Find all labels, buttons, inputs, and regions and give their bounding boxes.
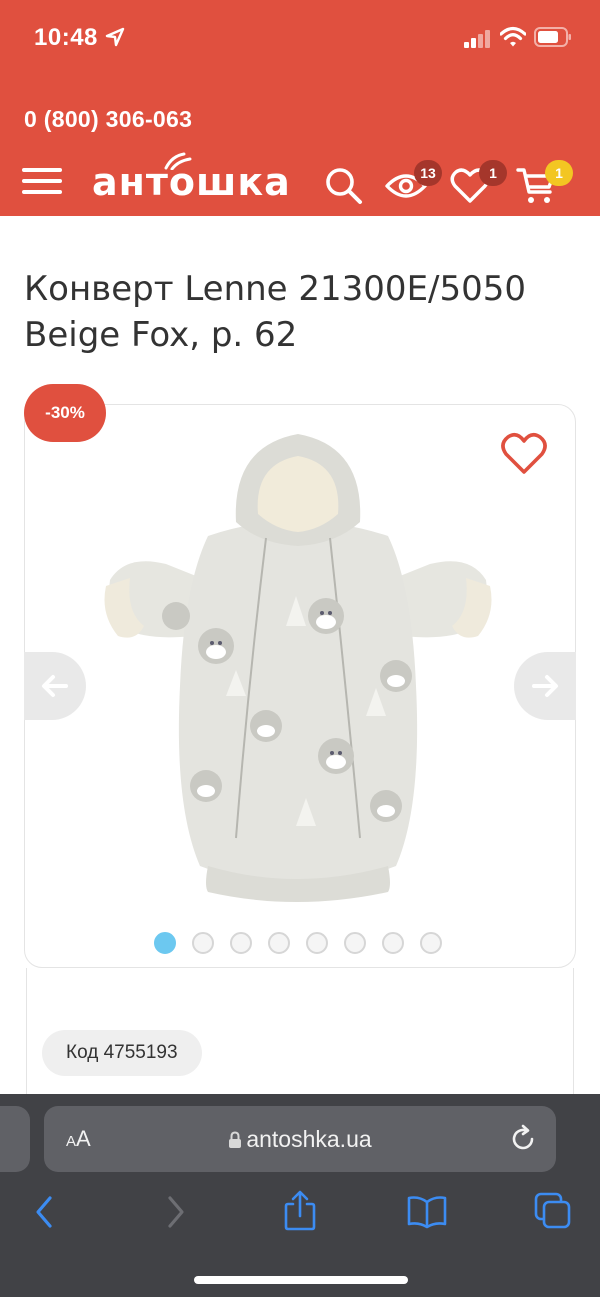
gallery-dot[interactable] bbox=[192, 932, 214, 954]
tabs-icon[interactable] bbox=[534, 1192, 572, 1230]
arrow-left-icon bbox=[42, 675, 68, 697]
gallery-dot[interactable] bbox=[420, 932, 442, 954]
discount-badge: -30% bbox=[24, 384, 106, 442]
gallery-dot[interactable] bbox=[382, 932, 404, 954]
url-text: antoshka.ua bbox=[246, 1126, 372, 1152]
cart-count-badge: 1 bbox=[545, 160, 573, 186]
status-bar: 10:48 bbox=[0, 0, 600, 72]
gallery-dots bbox=[154, 932, 442, 954]
page: 10:48 0 (800) 306-063 антошка 13 1 1 Кон… bbox=[0, 0, 600, 1297]
site-header: 0 (800) 306-063 антошка 13 1 1 bbox=[0, 72, 600, 216]
cellular-signal-icon bbox=[464, 30, 490, 48]
viewed-count-badge: 13 bbox=[414, 160, 442, 186]
gallery-dot[interactable] bbox=[154, 932, 176, 954]
battery-icon bbox=[534, 27, 571, 47]
chevron-right-icon[interactable] bbox=[160, 1194, 190, 1230]
lock-icon bbox=[229, 1131, 242, 1148]
site-logo[interactable]: антошка bbox=[92, 150, 290, 206]
status-time: 10:48 bbox=[34, 24, 98, 51]
book-icon[interactable] bbox=[406, 1194, 448, 1230]
product-code: Код 4755193 bbox=[42, 1030, 202, 1076]
arrow-right-icon bbox=[532, 675, 558, 697]
address-bar[interactable]: AA antoshka.ua bbox=[44, 1106, 556, 1172]
heart-outline-icon[interactable] bbox=[500, 432, 548, 476]
location-arrow-icon bbox=[105, 27, 125, 47]
browser-toolbar: AA antoshka.ua bbox=[0, 1094, 600, 1297]
reload-icon[interactable] bbox=[508, 1124, 538, 1154]
info-card-border bbox=[26, 968, 27, 1098]
gallery-dot[interactable] bbox=[268, 932, 290, 954]
logo-text: антошка bbox=[92, 160, 291, 204]
hamburger-menu-icon[interactable] bbox=[22, 168, 62, 196]
product-title: Конверт Lenne 21300E/5050 Beige Fox, р. … bbox=[24, 269, 527, 355]
home-indicator[interactable] bbox=[194, 1276, 408, 1284]
chevron-left-icon[interactable] bbox=[30, 1194, 60, 1230]
gallery-dot[interactable] bbox=[344, 932, 366, 954]
wishlist-count-badge: 1 bbox=[479, 160, 507, 186]
gallery-dot[interactable] bbox=[230, 932, 252, 954]
gallery-next-button[interactable] bbox=[514, 652, 576, 720]
previous-tab-preview[interactable] bbox=[0, 1106, 30, 1172]
product-image[interactable] bbox=[96, 426, 500, 904]
share-icon[interactable] bbox=[282, 1190, 318, 1232]
phone-link[interactable]: 0 (800) 306-063 bbox=[24, 106, 192, 133]
url-display: antoshka.ua bbox=[44, 1126, 556, 1153]
wifi-icon bbox=[500, 26, 526, 47]
info-card-border bbox=[573, 968, 574, 1098]
gallery-dot[interactable] bbox=[306, 932, 328, 954]
search-icon[interactable] bbox=[324, 166, 364, 206]
